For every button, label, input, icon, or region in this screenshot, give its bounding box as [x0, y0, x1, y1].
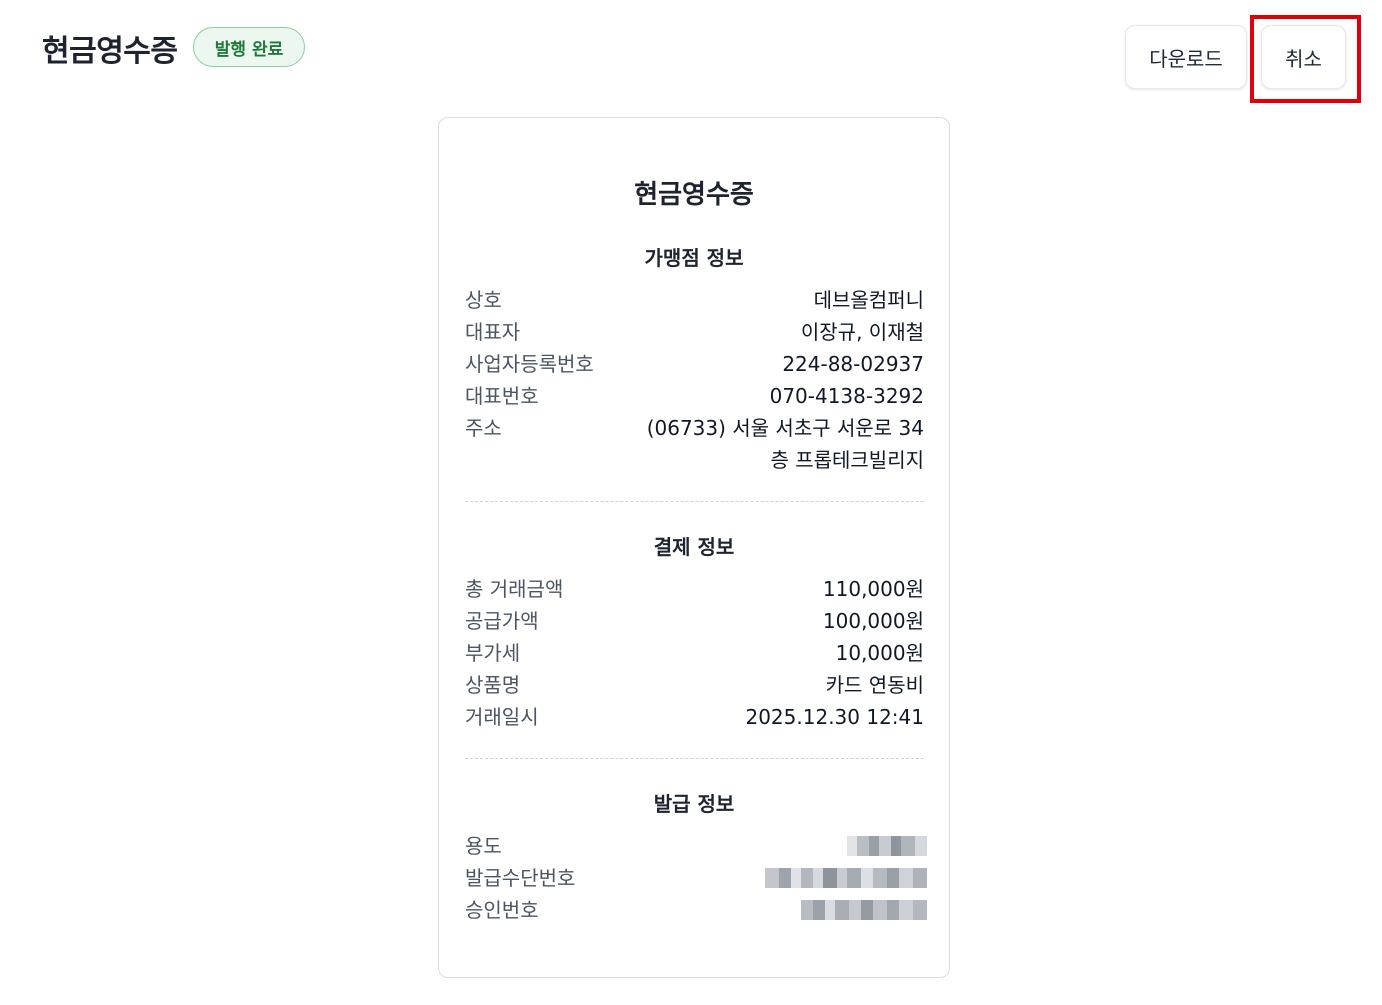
- section-divider: [465, 758, 924, 759]
- row-value: 110,000원: [822, 577, 924, 601]
- row-label: 상호: [465, 288, 502, 312]
- row-label: 주소: [465, 416, 502, 440]
- issuance-row-purpose: 용도: [465, 830, 927, 862]
- payment-info-list: 총 거래금액 110,000원 공급가액 100,000원 부가세 10,000…: [465, 573, 924, 733]
- cancel-button[interactable]: 취소: [1261, 25, 1346, 89]
- section-divider: [465, 501, 924, 502]
- issuance-info-list: 용도 발급수단번호 승인번호: [465, 830, 927, 926]
- merchant-row-representative: 대표자 이장규, 이재철: [465, 316, 924, 348]
- receipt-card: 현금영수증 가맹점 정보 상호 데브올컴퍼니 대표자 이장규, 이재철 사업자등…: [438, 117, 950, 978]
- merchant-section-title: 가맹점 정보: [644, 246, 744, 270]
- payment-row-total: 총 거래금액 110,000원: [465, 573, 924, 605]
- row-label: 대표번호: [465, 384, 539, 408]
- merchant-row-business-number: 사업자등록번호 224-88-02937: [465, 348, 924, 380]
- row-value: (06733) 서울 서초구 서운로 34층 프롭테크빌리지: [646, 416, 924, 472]
- payment-row-datetime: 거래일시 2025.12.30 12:41: [465, 701, 924, 733]
- row-value: 224-88-02937: [782, 352, 924, 376]
- redacted-value: [847, 836, 927, 856]
- row-value: 데브올컴퍼니: [813, 288, 924, 312]
- status-badge: 발행 완료: [193, 27, 305, 67]
- merchant-row-address: 주소 (06733) 서울 서초구 서운로 34층 프롭테크빌리지: [465, 412, 924, 476]
- row-label: 총 거래금액: [465, 577, 564, 601]
- row-label: 상품명: [465, 673, 521, 697]
- row-label: 승인번호: [465, 898, 539, 922]
- payment-row-supply: 공급가액 100,000원: [465, 605, 924, 637]
- payment-row-product: 상품명 카드 연동비: [465, 669, 924, 701]
- payment-row-vat: 부가세 10,000원: [465, 637, 924, 669]
- row-value: 2025.12.30 12:41: [745, 705, 924, 729]
- issuance-row-instrument-number: 발급수단번호: [465, 862, 927, 894]
- merchant-row-phone: 대표번호 070-4138-3292: [465, 380, 924, 412]
- download-button[interactable]: 다운로드: [1125, 25, 1247, 89]
- redacted-value: [765, 868, 927, 888]
- issuance-section-title: 발급 정보: [653, 792, 735, 816]
- row-label: 공급가액: [465, 609, 539, 633]
- row-value: 10,000원: [835, 641, 924, 665]
- receipt-title: 현금영수증: [634, 180, 754, 210]
- merchant-row-name: 상호 데브올컴퍼니: [465, 284, 924, 316]
- row-label: 부가세: [465, 641, 521, 665]
- redacted-value: [801, 900, 927, 920]
- row-value: 카드 연동비: [825, 673, 924, 697]
- merchant-info-list: 상호 데브올컴퍼니 대표자 이장규, 이재철 사업자등록번호 224-88-02…: [465, 284, 924, 476]
- row-label: 사업자등록번호: [465, 352, 594, 376]
- row-value: 070-4138-3292: [769, 384, 924, 408]
- row-label: 대표자: [465, 320, 521, 344]
- row-value: 이장규, 이재철: [800, 320, 924, 344]
- payment-section-title: 결제 정보: [653, 535, 735, 559]
- issuance-row-approval-number: 승인번호: [465, 894, 927, 926]
- row-value: 100,000원: [822, 609, 924, 633]
- page-header: 현금영수증 발행 완료 다운로드 취소: [0, 0, 1382, 110]
- row-label: 발급수단번호: [465, 866, 576, 890]
- row-label: 거래일시: [465, 705, 539, 729]
- row-label: 용도: [465, 834, 502, 858]
- page-title: 현금영수증: [42, 34, 178, 69]
